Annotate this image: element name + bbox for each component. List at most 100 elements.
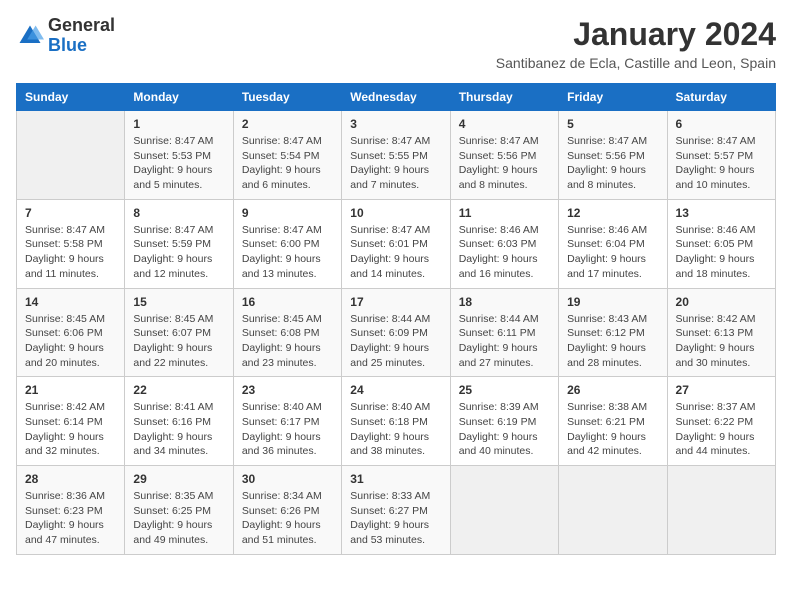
day-info: Sunrise: 8:47 AM Sunset: 5:56 PM Dayligh…	[459, 134, 550, 193]
day-info: Sunrise: 8:36 AM Sunset: 6:23 PM Dayligh…	[25, 489, 116, 548]
calendar-cell: 21 Sunrise: 8:42 AM Sunset: 6:14 PM Dayli…	[17, 377, 125, 466]
day-number: 2	[242, 117, 333, 131]
day-number: 6	[676, 117, 767, 131]
calendar-cell: 22Sunrise: 8:41 AM Sunset: 6:16 PM Dayli…	[125, 377, 233, 466]
day-number: 20	[676, 295, 767, 309]
weekday-header-row: SundayMondayTuesdayWednesdayThursdayFrid…	[17, 84, 776, 111]
calendar-cell	[450, 466, 558, 555]
day-info: Sunrise: 8:46 AM Sunset: 6:05 PM Dayligh…	[676, 223, 767, 282]
weekday-header-cell: Tuesday	[233, 84, 341, 111]
day-info: Sunrise: 8:46 AM Sunset: 6:03 PM Dayligh…	[459, 223, 550, 282]
title-area: January 2024 Santibanez de Ecla, Castill…	[496, 16, 776, 71]
day-info: Sunrise: 8:34 AM Sunset: 6:26 PM Dayligh…	[242, 489, 333, 548]
day-number: 21	[25, 383, 116, 397]
day-info: Sunrise: 8:42 AM Sunset: 6:13 PM Dayligh…	[676, 312, 767, 371]
day-info: Sunrise: 8:40 AM Sunset: 6:17 PM Dayligh…	[242, 400, 333, 459]
calendar-cell: 14 Sunrise: 8:45 AM Sunset: 6:06 PM Dayli…	[17, 288, 125, 377]
calendar-body: 1 Sunrise: 8:47 AM Sunset: 5:53 PM Daylig…	[17, 111, 776, 555]
calendar-week-row: 21 Sunrise: 8:42 AM Sunset: 6:14 PM Dayli…	[17, 377, 776, 466]
weekday-header-cell: Thursday	[450, 84, 558, 111]
calendar-cell	[17, 111, 125, 200]
calendar-cell: 28 Sunrise: 8:36 AM Sunset: 6:23 PM Dayli…	[17, 466, 125, 555]
day-number: 15	[133, 295, 224, 309]
day-number: 11	[459, 206, 550, 220]
day-info: Sunrise: 8:43 AM Sunset: 6:12 PM Dayligh…	[567, 312, 658, 371]
calendar-cell: 16 Sunrise: 8:45 AM Sunset: 6:08 PM Dayli…	[233, 288, 341, 377]
day-number: 25	[459, 383, 550, 397]
calendar-cell: 26 Sunrise: 8:38 AM Sunset: 6:21 PM Dayli…	[559, 377, 667, 466]
day-info: Sunrise: 8:47 AM Sunset: 6:00 PM Dayligh…	[242, 223, 333, 282]
day-number: 16	[242, 295, 333, 309]
calendar-cell: 13 Sunrise: 8:46 AM Sunset: 6:05 PM Dayli…	[667, 199, 775, 288]
day-number: 29	[133, 472, 224, 486]
calendar-week-row: 28 Sunrise: 8:36 AM Sunset: 6:23 PM Dayli…	[17, 466, 776, 555]
calendar-cell: 19 Sunrise: 8:43 AM Sunset: 6:12 PM Dayli…	[559, 288, 667, 377]
day-number: 23	[242, 383, 333, 397]
day-info: Sunrise: 8:46 AM Sunset: 6:04 PM Dayligh…	[567, 223, 658, 282]
day-info: Sunrise: 8:47 AM Sunset: 6:01 PM Dayligh…	[350, 223, 441, 282]
day-info: Sunrise: 8:44 AM Sunset: 6:11 PM Dayligh…	[459, 312, 550, 371]
day-number: 28	[25, 472, 116, 486]
calendar-cell: 17Sunrise: 8:44 AM Sunset: 6:09 PM Dayli…	[342, 288, 450, 377]
calendar-cell: 10Sunrise: 8:47 AM Sunset: 6:01 PM Dayli…	[342, 199, 450, 288]
logo-text: General Blue	[48, 16, 115, 56]
day-info: Sunrise: 8:45 AM Sunset: 6:06 PM Dayligh…	[25, 312, 116, 371]
calendar-table: SundayMondayTuesdayWednesdayThursdayFrid…	[16, 83, 776, 555]
day-info: Sunrise: 8:33 AM Sunset: 6:27 PM Dayligh…	[350, 489, 441, 548]
location: Santibanez de Ecla, Castille and Leon, S…	[496, 55, 776, 71]
weekday-header-cell: Friday	[559, 84, 667, 111]
day-number: 9	[242, 206, 333, 220]
day-info: Sunrise: 8:42 AM Sunset: 6:14 PM Dayligh…	[25, 400, 116, 459]
calendar-cell: 20 Sunrise: 8:42 AM Sunset: 6:13 PM Dayli…	[667, 288, 775, 377]
weekday-header-cell: Saturday	[667, 84, 775, 111]
day-number: 27	[676, 383, 767, 397]
calendar-week-row: 1 Sunrise: 8:47 AM Sunset: 5:53 PM Daylig…	[17, 111, 776, 200]
day-info: Sunrise: 8:47 AM Sunset: 5:56 PM Dayligh…	[567, 134, 658, 193]
day-info: Sunrise: 8:45 AM Sunset: 6:08 PM Dayligh…	[242, 312, 333, 371]
calendar-cell: 6Sunrise: 8:47 AM Sunset: 5:57 PM Daylig…	[667, 111, 775, 200]
calendar-cell: 27Sunrise: 8:37 AM Sunset: 6:22 PM Dayli…	[667, 377, 775, 466]
calendar-cell: 18 Sunrise: 8:44 AM Sunset: 6:11 PM Dayli…	[450, 288, 558, 377]
weekday-header-cell: Monday	[125, 84, 233, 111]
day-number: 4	[459, 117, 550, 131]
day-info: Sunrise: 8:40 AM Sunset: 6:18 PM Dayligh…	[350, 400, 441, 459]
day-number: 18	[459, 295, 550, 309]
calendar-cell: 4 Sunrise: 8:47 AM Sunset: 5:56 PM Daylig…	[450, 111, 558, 200]
weekday-header-cell: Wednesday	[342, 84, 450, 111]
day-info: Sunrise: 8:47 AM Sunset: 5:59 PM Dayligh…	[133, 223, 224, 282]
day-info: Sunrise: 8:47 AM Sunset: 5:58 PM Dayligh…	[25, 223, 116, 282]
day-number: 14	[25, 295, 116, 309]
day-info: Sunrise: 8:41 AM Sunset: 6:16 PM Dayligh…	[133, 400, 224, 459]
page-header: General Blue January 2024 Santibanez de …	[16, 16, 776, 71]
day-number: 24	[350, 383, 441, 397]
day-number: 1	[133, 117, 224, 131]
day-info: Sunrise: 8:39 AM Sunset: 6:19 PM Dayligh…	[459, 400, 550, 459]
day-number: 7	[25, 206, 116, 220]
day-number: 30	[242, 472, 333, 486]
day-number: 3	[350, 117, 441, 131]
day-info: Sunrise: 8:47 AM Sunset: 5:53 PM Dayligh…	[133, 134, 224, 193]
calendar-cell: 9 Sunrise: 8:47 AM Sunset: 6:00 PM Daylig…	[233, 199, 341, 288]
day-info: Sunrise: 8:47 AM Sunset: 5:54 PM Dayligh…	[242, 134, 333, 193]
day-number: 12	[567, 206, 658, 220]
calendar-cell	[559, 466, 667, 555]
day-info: Sunrise: 8:47 AM Sunset: 5:55 PM Dayligh…	[350, 134, 441, 193]
logo-icon	[16, 22, 44, 50]
calendar-cell: 7 Sunrise: 8:47 AM Sunset: 5:58 PM Daylig…	[17, 199, 125, 288]
calendar-week-row: 7 Sunrise: 8:47 AM Sunset: 5:58 PM Daylig…	[17, 199, 776, 288]
calendar-cell: 2 Sunrise: 8:47 AM Sunset: 5:54 PM Daylig…	[233, 111, 341, 200]
day-info: Sunrise: 8:35 AM Sunset: 6:25 PM Dayligh…	[133, 489, 224, 548]
day-info: Sunrise: 8:45 AM Sunset: 6:07 PM Dayligh…	[133, 312, 224, 371]
weekday-header-cell: Sunday	[17, 84, 125, 111]
calendar-cell: 5 Sunrise: 8:47 AM Sunset: 5:56 PM Daylig…	[559, 111, 667, 200]
calendar-cell: 12 Sunrise: 8:46 AM Sunset: 6:04 PM Dayli…	[559, 199, 667, 288]
day-number: 13	[676, 206, 767, 220]
calendar-cell: 25 Sunrise: 8:39 AM Sunset: 6:19 PM Dayli…	[450, 377, 558, 466]
calendar-cell: 3 Sunrise: 8:47 AM Sunset: 5:55 PM Daylig…	[342, 111, 450, 200]
day-number: 17	[350, 295, 441, 309]
day-number: 5	[567, 117, 658, 131]
day-number: 19	[567, 295, 658, 309]
day-number: 26	[567, 383, 658, 397]
day-info: Sunrise: 8:38 AM Sunset: 6:21 PM Dayligh…	[567, 400, 658, 459]
day-number: 31	[350, 472, 441, 486]
